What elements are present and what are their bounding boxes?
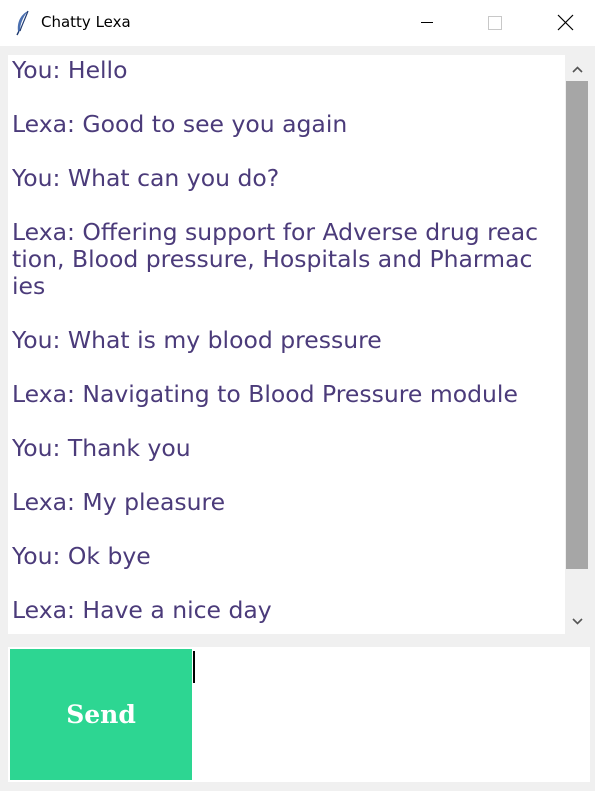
chat-message: You: Hello bbox=[12, 56, 128, 84]
title-bar: Chatty Lexa bbox=[0, 0, 595, 46]
scroll-down-button[interactable] bbox=[565, 608, 590, 634]
text-cursor bbox=[193, 651, 195, 683]
chevron-up-icon bbox=[572, 66, 583, 73]
close-icon bbox=[557, 14, 574, 31]
chat-message: You: What is my blood pressure bbox=[12, 326, 382, 354]
chat-scrollbar[interactable] bbox=[565, 55, 590, 634]
minimize-icon bbox=[421, 22, 433, 23]
chat-message: Lexa: Good to see you again bbox=[12, 110, 348, 138]
message-input[interactable] bbox=[192, 649, 588, 780]
scroll-up-button[interactable] bbox=[565, 55, 590, 81]
chat-message: Lexa: Have a nice day bbox=[12, 596, 272, 624]
chat-message: Lexa: Navigating to Blood Pressure modul… bbox=[12, 380, 518, 408]
window-title: Chatty Lexa bbox=[41, 13, 131, 31]
chat-message: Lexa: My pleasure bbox=[12, 488, 226, 516]
scroll-thumb[interactable] bbox=[566, 81, 588, 569]
send-button[interactable]: Send bbox=[10, 649, 192, 780]
chat-log[interactable]: You: Hello Lexa: Good to see you again Y… bbox=[8, 55, 565, 634]
composer: Send bbox=[8, 647, 590, 782]
chat-message: Lexa: Offering support for Adverse drug … bbox=[12, 218, 539, 300]
minimize-button[interactable] bbox=[404, 0, 450, 46]
maximize-icon bbox=[488, 16, 502, 30]
chat-message: You: Thank you bbox=[12, 434, 191, 462]
close-button[interactable] bbox=[542, 0, 588, 46]
chat-message: You: What can you do? bbox=[12, 164, 280, 192]
chevron-down-icon bbox=[572, 618, 583, 625]
feather-icon bbox=[14, 10, 32, 36]
chat-message: You: Ok bye bbox=[12, 542, 151, 570]
maximize-button[interactable] bbox=[472, 0, 518, 46]
